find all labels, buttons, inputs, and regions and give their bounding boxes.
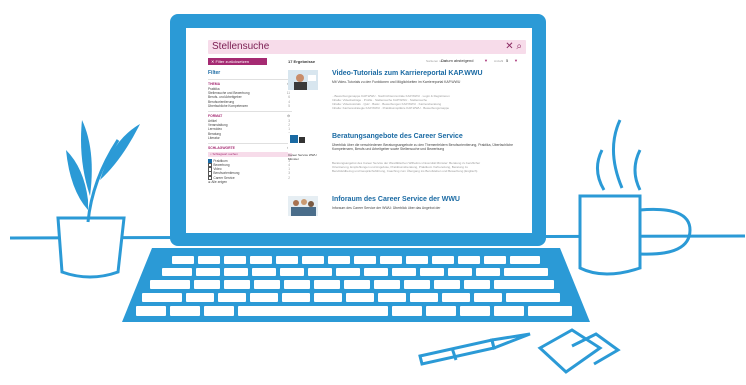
results-list: Video-Tutorials zum Karriereportal KAP.W… (288, 70, 532, 230)
filter-item[interactable]: Überfachliche Kompetenzen 5 (208, 104, 292, 108)
career-service-logo-thumbnail[interactable] (288, 133, 318, 153)
people-thumbnail[interactable] (288, 196, 318, 216)
filter-sidebar: Filter THEMA⊖ Praktika3 Stellensuche und… (208, 70, 292, 187)
result-description: Überblick über die verschiedenen Beratun… (332, 143, 514, 152)
plant-icon (56, 120, 140, 279)
coffee-mug-icon (578, 119, 692, 276)
per-page-label: Anzahl (494, 59, 504, 63)
meta-line: Berufsfeldbezug und Gesprächsführung, Co… (332, 169, 478, 173)
search-actions: ✕ ⌕ (505, 41, 522, 52)
pen-icon (418, 332, 531, 366)
keyword-search-placeholder: Schlagwort suchen (212, 151, 238, 156)
result-meta: Beratungsangebot des Career Service der … (332, 161, 522, 173)
filter-title: Filter (208, 70, 221, 76)
thumb-label: Career Service WWU Münster (288, 153, 317, 161)
search-icon[interactable]: ⌕ (516, 41, 522, 52)
filter-group-header[interactable]: SCHLAGWORTE⊖ (208, 146, 292, 151)
show-all-link[interactable]: ⊕ Alle zeigen (208, 180, 292, 184)
filter-item-label: Literatur (208, 135, 220, 140)
search-bar[interactable]: Stellensuche ✕ ⌕ (208, 40, 526, 54)
result-description: Mit Video-Tutorials zu den Funktionen un… (332, 80, 461, 84)
meta-line: Inhalte: Karrierestrategie KAP.WWU · Pra… (332, 106, 450, 110)
result-description: Inforaum des Career Service der WWU: Übe… (332, 206, 441, 210)
laptop-screen: Stellensuche ✕ ⌕ ✕ Filter zurücksetzen 1… (196, 34, 532, 230)
result-item[interactable]: Career Service WWU Münster Beratungsange… (288, 133, 532, 196)
notes-icon (537, 328, 621, 374)
group-name: THEMA (208, 82, 221, 86)
show-all-label: Alle zeigen (211, 179, 227, 184)
result-title-link[interactable]: Video-Tutorials zum Karriereportal KAP.W… (332, 70, 483, 77)
result-item[interactable]: Video-Tutorials zum Karriereportal KAP.W… (288, 70, 532, 133)
filter-reset-button[interactable]: ✕ Filter zurücksetzen (208, 58, 267, 65)
group-name: SCHLAGWORTE (208, 145, 235, 150)
filter-item-label: Überfachliche Kompetenzen (208, 103, 249, 108)
result-meta: ...Bewerbungsmappe KAP.WWU · Nachrichten… (332, 94, 522, 110)
filter-group-format: FORMAT ⊖ Artikel 3 Veranstaltung 2 Lernvide… (208, 110, 292, 140)
filter-item[interactable]: Literatur2 (208, 136, 292, 140)
chevron-down-icon[interactable]: ▼ (484, 58, 488, 63)
result-item[interactable]: Inforaum des Career Service der WWU Info… (288, 196, 532, 230)
filter-group-schlagworte: SCHLAGWORTE⊖ ⌕ Schlagwort suchen Praktik… (208, 142, 292, 184)
video-thumbnail[interactable] (288, 70, 318, 90)
keyword-search-input[interactable]: ⌕ Schlagwort suchen (208, 151, 292, 157)
group-name: FORMAT (208, 113, 223, 118)
filter-group-thema: THEMA⊖ Praktika3 Stellensuche und Bewerb… (208, 79, 292, 108)
result-title-link[interactable]: Inforaum des Career Service der WWU (332, 196, 460, 203)
search-input[interactable]: Stellensuche (212, 41, 269, 52)
chevron-down-icon[interactable]: ▼ (514, 58, 518, 63)
per-page-select[interactable]: 5 (506, 58, 508, 63)
filter-reset-label: Filter zurücksetzen (215, 59, 250, 64)
sort-select[interactable]: Datum absteigend (441, 58, 473, 63)
result-count: 17 Ergebnisse (288, 59, 316, 64)
close-icon[interactable]: ✕ (505, 41, 513, 52)
result-title-link[interactable]: Beratungsangebote des Career Service (332, 133, 463, 140)
